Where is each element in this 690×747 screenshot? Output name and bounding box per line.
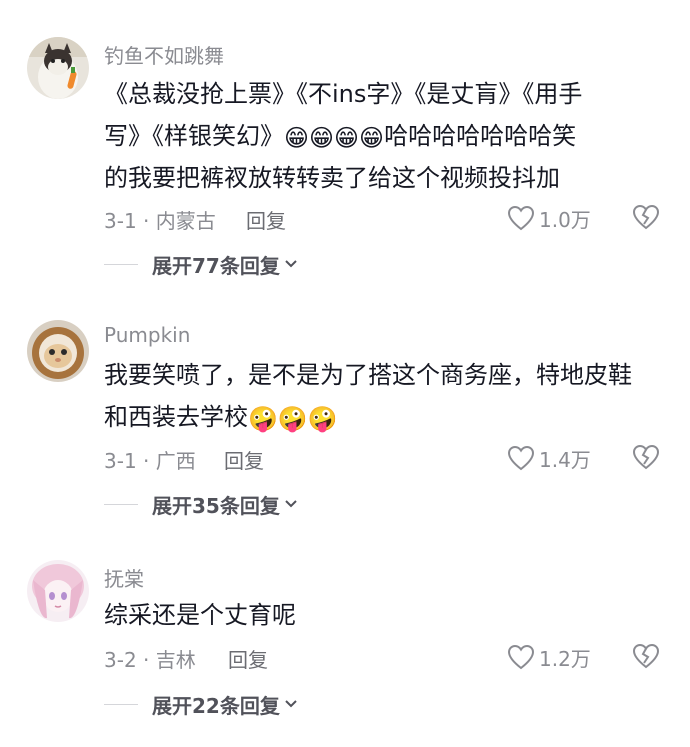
avatar[interactable] [27,37,89,99]
comment-text: 综采还是个丈育呢 [104,594,670,636]
date-location: 3-1 · 内蒙古 [104,209,216,233]
comment-text-segment: 和西装去学校 [104,403,248,431]
expand-replies-button[interactable]: 展开22条回复 [104,690,298,718]
reply-button[interactable]: 回复 [246,205,286,234]
avatar[interactable] [27,320,89,382]
expand-replies-label: 展开35条回复 [152,493,280,518]
divider-line [104,503,138,505]
comment-meta: 3-1 · 内蒙古 回复 1.0万 [104,203,664,233]
grinning-emoji: 😁😁😁😁 [284,124,385,152]
like-count: 1.2万 [539,646,591,671]
chevron-down-icon [285,260,297,268]
comment-text-line: 我要笑喷了，是不是为了搭这个商务座，特地皮鞋 [104,361,632,389]
username[interactable]: 抚棠 [104,563,144,592]
reply-button[interactable]: 回复 [228,644,268,673]
comment-meta: 3-2 · 吉林 回复 1.2万 [104,642,664,672]
heart-outline-icon [507,445,535,471]
chevron-down-icon [285,500,297,508]
expand-replies-button[interactable]: 展开77条回复 [104,250,298,278]
comment-text-segment: 写》《样银笑幻》 [104,122,284,150]
like-count: 1.0万 [539,207,591,232]
comment-text-line: 《总裁没抢上票》《不ins字》《是丈肓》《用手 [104,80,583,108]
like-button[interactable]: 1.2万 [507,642,591,672]
comment-text: 我要笑喷了，是不是为了搭这个商务座，特地皮鞋 和西装去学校🤪🤪🤪 [104,354,670,438]
heart-outline-icon [507,644,535,670]
date-location: 3-2 · 吉林 [104,648,196,672]
comment-item: Pumpkin 我要笑喷了，是不是为了搭这个商务座，特地皮鞋 和西装去学校🤪🤪🤪… [0,290,690,530]
comment-text-line: 和西装去学校🤪🤪🤪 [104,396,670,438]
expand-replies-label: 展开77条回复 [152,253,280,278]
like-button[interactable]: 1.0万 [507,203,591,233]
comment-text-line: 的我要把裤衩放转转卖了给这个视频投抖加 [104,164,560,192]
comment-text-line: 综采还是个丈育呢 [104,601,296,629]
avatar[interactable] [27,560,89,622]
zany-face-emoji: 🤪🤪🤪 [248,405,338,433]
comment-meta: 3-1 · 广西 回复 1.4万 [104,443,664,473]
broken-heart-icon[interactable] [632,204,660,230]
like-button[interactable]: 1.4万 [507,443,591,473]
comment-text: 《总裁没抢上票》《不ins字》《是丈肓》《用手 写》《样银笑幻》😁😁😁😁哈哈哈哈… [104,73,670,199]
username[interactable]: 钓鱼不如跳舞 [104,40,224,69]
divider-line [104,703,138,705]
username[interactable]: Pumpkin [104,323,190,347]
comment-item: 钓鱼不如跳舞 《总裁没抢上票》《不ins字》《是丈肓》《用手 写》《样银笑幻》😁… [0,0,690,290]
divider-line [104,263,138,265]
expand-replies-button[interactable]: 展开35条回复 [104,490,298,518]
comment-text-segment: 哈哈哈哈哈哈哈笑 [384,122,577,150]
chevron-down-icon [285,700,297,708]
comment-item: 抚棠 综采还是个丈育呢 3-2 · 吉林 回复 1.2万 展开22条回复 [0,530,690,747]
reply-button[interactable]: 回复 [224,445,264,474]
date-location: 3-1 · 广西 [104,449,196,473]
comment-text-line: 写》《样银笑幻》😁😁😁😁哈哈哈哈哈哈哈笑 [104,115,670,157]
like-count: 1.4万 [539,447,591,472]
broken-heart-icon[interactable] [632,643,660,669]
heart-outline-icon [507,205,535,231]
expand-replies-label: 展开22条回复 [152,693,280,718]
broken-heart-icon[interactable] [632,444,660,470]
